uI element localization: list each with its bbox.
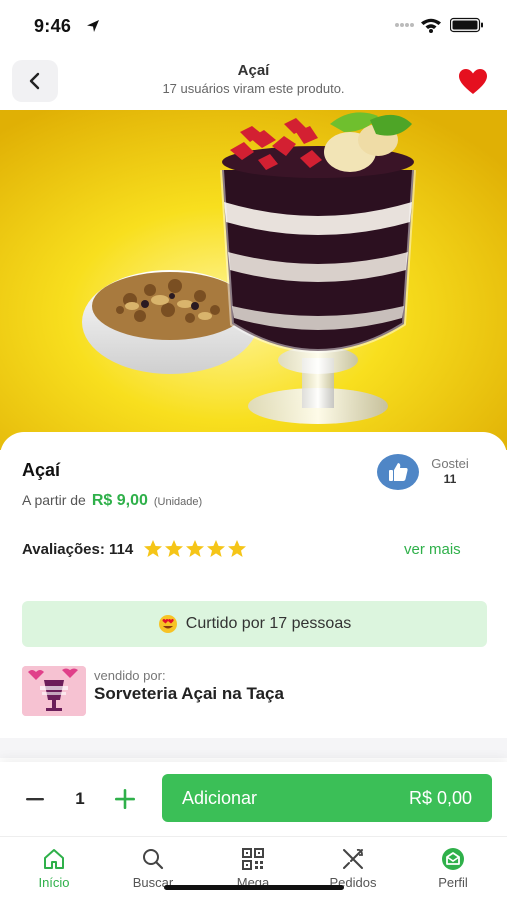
profile-icon bbox=[442, 848, 464, 870]
thumbs-up-icon bbox=[389, 463, 408, 481]
heart-icon[interactable] bbox=[458, 68, 488, 96]
seller-logo-image bbox=[22, 666, 86, 716]
tab-label: Perfil bbox=[438, 875, 468, 890]
home-icon bbox=[44, 849, 64, 869]
price-value: R$ 9,00 bbox=[91, 492, 148, 509]
star-icon bbox=[228, 540, 247, 557]
product-image bbox=[0, 110, 507, 450]
star-rating bbox=[143, 539, 247, 559]
views-count-text: 17 usuários viram este produto. bbox=[162, 81, 345, 96]
seller-logo bbox=[22, 666, 86, 716]
quantity-value: 1 bbox=[75, 789, 85, 808]
seller-by-label: vendido por: bbox=[94, 668, 166, 683]
heart-eyes-emoji-icon bbox=[158, 615, 177, 633]
battery-icon bbox=[450, 17, 483, 33]
price-row: A partir de R$ 9,00 (Unidade) bbox=[22, 492, 202, 510]
minus-icon bbox=[26, 798, 44, 801]
header: Açaí 17 usuários viram este produto. bbox=[0, 52, 507, 110]
rating-label: Avaliações: 114 bbox=[22, 540, 134, 558]
add-to-cart-button[interactable]: Adicionar R$ 0,00 bbox=[162, 774, 492, 822]
add-to-cart-bar: 1 Adicionar R$ 0,00 bbox=[0, 762, 507, 836]
status-bar: 9:46 bbox=[0, 0, 507, 52]
price-prefix: A partir de bbox=[22, 492, 86, 508]
signal-dots-icon bbox=[395, 23, 414, 27]
see-more-link[interactable]: ver mais bbox=[404, 541, 461, 558]
status-time: 9:46 bbox=[34, 16, 72, 36]
product-name: Açaí bbox=[22, 460, 61, 480]
star-icon bbox=[144, 540, 163, 557]
increase-quantity-button[interactable] bbox=[110, 784, 140, 814]
qr-code-icon bbox=[242, 848, 264, 870]
like-label: Gostei bbox=[431, 456, 469, 471]
quantity-stepper: 1 bbox=[20, 776, 140, 822]
location-arrow-icon bbox=[87, 20, 99, 32]
seller-info[interactable]: vendido por: Sorveteria Açai na Taça bbox=[22, 666, 487, 718]
plus-icon bbox=[115, 789, 135, 809]
star-icon bbox=[186, 540, 205, 557]
page-title: Açaí bbox=[237, 62, 270, 79]
like-button[interactable] bbox=[377, 454, 419, 490]
add-button-label: Adicionar bbox=[182, 788, 258, 808]
liked-by-banner: Curtido por 17 pessoas bbox=[22, 601, 487, 647]
tab-inicio[interactable]: Início bbox=[14, 847, 94, 897]
decrease-quantity-button[interactable] bbox=[20, 784, 50, 814]
like-count: 11 bbox=[443, 472, 457, 486]
rating-row: Avaliações: 114 bbox=[22, 539, 247, 559]
tab-perfil[interactable]: Perfil bbox=[413, 847, 493, 897]
search-icon bbox=[143, 849, 164, 870]
bottom-tab-bar: Início Buscar Mega Pedidos Perfil bbox=[0, 836, 507, 900]
section-divider bbox=[0, 738, 507, 758]
tab-label: Início bbox=[38, 875, 70, 890]
add-button-total: R$ 0,00 bbox=[408, 788, 472, 808]
home-indicator bbox=[164, 885, 344, 890]
utensils-icon bbox=[343, 848, 363, 869]
liked-by-text: Curtido por 17 pessoas bbox=[185, 615, 352, 632]
wifi-icon bbox=[421, 18, 441, 33]
seller-name: Sorveteria Açai na Taça bbox=[94, 684, 284, 703]
star-icon bbox=[165, 540, 184, 557]
price-unit: (Unidade) bbox=[153, 496, 203, 508]
star-icon bbox=[207, 540, 226, 557]
acai-cup-image bbox=[0, 110, 507, 450]
